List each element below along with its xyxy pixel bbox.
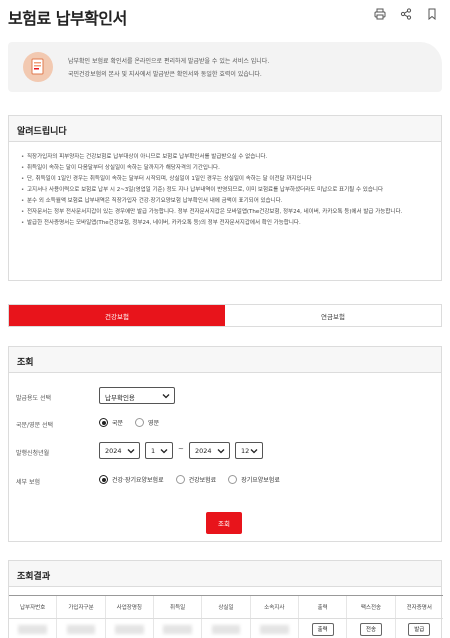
col-header: 상실일: [202, 596, 251, 618]
table-cell: 전송: [347, 619, 396, 638]
redacted-value: [18, 624, 47, 634]
purpose-select[interactable]: 납부확인용: [99, 387, 175, 404]
intro-banner: 납부확인 보험료 확인서를 온라인으로 편리하게 발급받을 수 있는 서비스 입…: [8, 42, 442, 92]
results-title: 조회결과: [9, 561, 441, 587]
notice-item: 전자문서는 정부 전사문서지갑이 있는 경우에만 발급 가능합니다. 정부 전자…: [21, 207, 429, 217]
table-cell: [9, 619, 58, 638]
notice-item: 분수 외 소득월액 보험료 납부내역은 직장가입자 건강·장기요양보험 납부확인…: [21, 196, 429, 206]
redacted-value: [115, 624, 144, 634]
radio-dot: [228, 475, 238, 484]
intro-text: 납부확인 보험료 확인서를 온라인으로 편리하게 발급받을 수 있는 서비스 입…: [68, 55, 269, 81]
radio-label: 장기요양보험료: [241, 477, 280, 484]
detail-radio-group: 건강·장기요양보험료 건강보험료 장기요양보험료: [99, 475, 292, 484]
radio-health[interactable]: 건강보험료: [175, 475, 217, 484]
table-header: 납부자번호 가입자구분 사업장명칭 취득일 상실일 소속지사 출력 팩스전송 전…: [9, 595, 443, 619]
search-button[interactable]: 조회: [206, 512, 242, 534]
tab-health-insurance[interactable]: 건강보험: [9, 305, 225, 326]
header-actions: [372, 6, 440, 22]
radio-dot: [175, 475, 185, 484]
start-month-select[interactable]: 1: [145, 442, 173, 459]
insurance-tabs: 건강보험 연금보험: [8, 304, 442, 327]
search-title: 조회: [9, 347, 441, 373]
notice-item: 직장가입자의 피부양자는 건강보험료 납부대상이 아니므로 보험료 납부확인서를…: [21, 152, 429, 162]
results-panel: 조회결과 납부자번호 가입자구분 사업장명칭 취득일 상실일 소속지사 출력 팩…: [8, 560, 443, 638]
table-cell: [106, 619, 154, 638]
col-header: 가입자구분: [57, 596, 106, 618]
chevron-down-icon: [127, 449, 135, 454]
tab-pension-insurance[interactable]: 연금보험: [225, 305, 441, 326]
radio-ltc[interactable]: 장기요양보험료: [228, 475, 280, 484]
language-radio-group: 국문 영문: [99, 418, 171, 427]
start-year-select[interactable]: 2024: [99, 442, 140, 459]
table-cell: [57, 619, 106, 638]
page-header: 보험료 납부확인서: [0, 0, 450, 32]
end-month-select[interactable]: 12: [235, 442, 263, 459]
bookmark-icon[interactable]: [424, 6, 440, 22]
end-year-value: 2024: [195, 447, 212, 455]
table-cell: 출력: [299, 619, 348, 638]
table-cell: 발급: [396, 619, 443, 638]
end-year-select[interactable]: 2024: [189, 442, 230, 459]
notice-item: 취득일이 속하는 달이 다음달부터 상실일이 속하는 달까지가 해당자격의 기간…: [21, 163, 429, 173]
chevron-down-icon: [162, 394, 170, 399]
radio-dot: [99, 418, 108, 427]
purpose-label: 발급용도 선택: [16, 395, 52, 402]
col-header: 사업장명칭: [106, 596, 154, 618]
redacted-value: [66, 624, 96, 634]
radio-english[interactable]: 영문: [135, 418, 159, 427]
period-label: 발행신청년월: [16, 450, 50, 457]
redacted-value: [163, 624, 192, 634]
intro-line-1: 납부확인 보험료 확인서를 온라인으로 편리하게 발급받을 수 있는 서비스 입…: [68, 58, 270, 65]
col-header: 출력: [299, 596, 348, 618]
radio-label: 건강·장기요양보험료: [112, 477, 164, 484]
start-month-value: 1: [151, 447, 156, 455]
page-title: 보험료 납부확인서: [8, 9, 127, 28]
issue-button[interactable]: 발급: [408, 622, 431, 636]
notice-title: 알려드립니다: [9, 116, 441, 142]
radio-health-ltc[interactable]: 건강·장기요양보험료: [99, 475, 164, 484]
notice-list: 직장가입자의 피부양자는 건강보험료 납부대상이 아니므로 보험료 납부확인서를…: [9, 142, 441, 228]
notice-item: 단, 취득일이 1일인 경우는 취득일이 속하는 달부터 시작되며, 상실일이 …: [21, 174, 429, 184]
chevron-down-icon: [160, 449, 168, 454]
period-separator: ~: [178, 445, 184, 453]
print-icon[interactable]: [372, 6, 388, 22]
detail-label: 세부 보험: [16, 479, 40, 486]
col-header: 납부자번호: [9, 596, 58, 618]
table-row: 출력 전송 발급: [9, 619, 443, 638]
document-icon: [23, 52, 53, 82]
end-month-value: 12: [241, 447, 250, 455]
results-table: 납부자번호 가입자구분 사업장명칭 취득일 상실일 소속지사 출력 팩스전송 전…: [9, 595, 443, 638]
redacted-value: [260, 624, 289, 634]
col-header: 전자증명서: [406, 605, 432, 611]
share-icon[interactable]: [398, 6, 414, 22]
radio-label: 건강보험료: [188, 477, 217, 484]
print-button[interactable]: 출력: [311, 622, 334, 636]
radio-label: 국문: [112, 420, 124, 427]
purpose-value: 납부확인용: [105, 394, 135, 402]
chevron-down-icon: [250, 449, 258, 454]
language-label: 국문/영문 선택: [16, 422, 54, 429]
col-header: 취득일: [154, 596, 203, 618]
intro-line-2: 국민건강보험의 본사 및 지사에서 발급받은 확인서와 동일한 효력이 있습니다…: [68, 71, 262, 78]
fax-send-button[interactable]: 전송: [359, 622, 383, 636]
radio-dot: [99, 475, 108, 484]
start-year-value: 2024: [105, 447, 122, 455]
redacted-value: [211, 624, 241, 634]
chevron-down-icon: [217, 449, 225, 454]
table-cell: [202, 619, 251, 638]
radio-label: 영문: [148, 420, 160, 427]
table-cell: [251, 619, 299, 638]
notice-box: 알려드립니다 직장가입자의 피부양자는 건강보험료 납부대상이 아니므로 보험료…: [8, 115, 442, 281]
radio-dot: [135, 418, 145, 427]
notice-item: 발급한 전사증명서는 모바일앱(The건강보험, 정부24, 네이버, 카카오톡…: [21, 218, 429, 228]
col-header: 팩스전송: [347, 596, 396, 618]
notice-item: 고지서나 사용이력으로 보험료 납부 시 2~3일(영업일 기준) 정도 지나 …: [21, 185, 429, 195]
col-header: 소속지사: [251, 596, 299, 618]
table-cell: [154, 619, 203, 638]
radio-korean[interactable]: 국문: [99, 418, 123, 427]
